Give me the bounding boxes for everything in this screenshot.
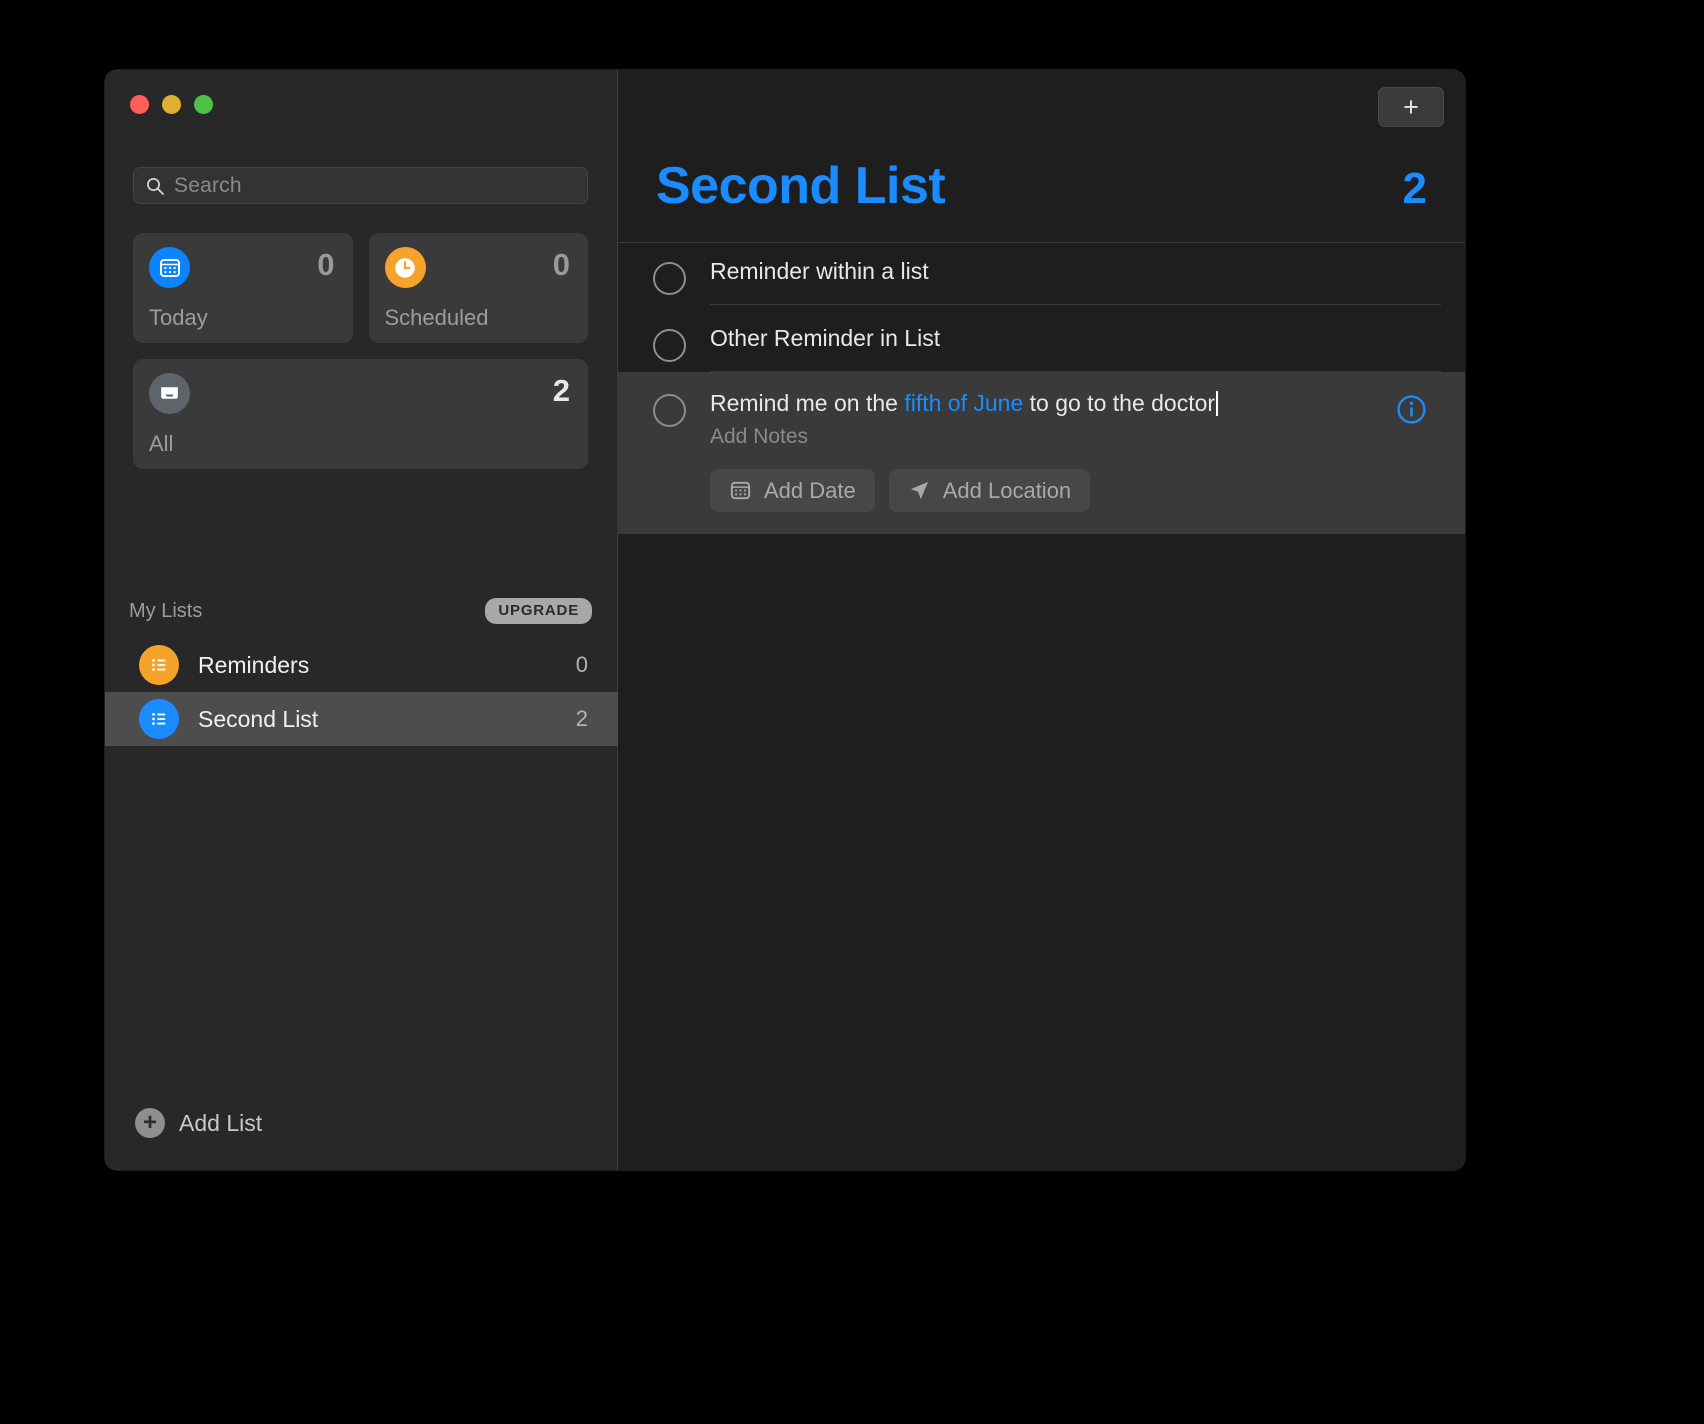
page-count: 2 [1402, 164, 1427, 213]
text-caret [1216, 391, 1219, 416]
smart-card-label: Today [149, 305, 208, 330]
smart-card-all[interactable]: 2 All [133, 359, 588, 469]
reminder-checkbox[interactable] [653, 262, 686, 295]
reminder-row[interactable]: Reminder within a list [618, 258, 1465, 305]
add-date-label: Add Date [764, 477, 856, 503]
smart-card-count: 2 [552, 373, 570, 408]
reminder-text-after: to go to the doctor [1023, 390, 1216, 416]
list-bullets-icon [139, 645, 179, 685]
reminder-text-before: Remind me on the [710, 390, 905, 416]
smart-card-label: Scheduled [384, 305, 489, 330]
page-title: Second List [656, 157, 946, 215]
sidebar-list-item-reminders[interactable]: Reminders 0 [105, 638, 618, 692]
sidebar-list-item-second-list[interactable]: Second List 2 [105, 692, 618, 746]
search-input[interactable]: Search [133, 167, 588, 204]
smart-card-label: All [149, 431, 174, 456]
clock-icon [384, 247, 426, 288]
minimize-button[interactable] [162, 95, 181, 114]
add-notes-field[interactable]: Add Notes [710, 425, 1441, 449]
reminder-body: Remind me on the fifth of June to go to … [686, 390, 1465, 512]
add-list-label: Add List [179, 1109, 263, 1136]
main-panel: + Second List 2 Reminder within a list O… [618, 70, 1465, 1170]
add-location-button[interactable]: Add Location [888, 469, 1091, 512]
upgrade-badge[interactable]: UPGRADE [485, 598, 592, 624]
add-location-label: Add Location [942, 477, 1072, 503]
zoom-button[interactable] [194, 95, 213, 114]
close-button[interactable] [130, 95, 149, 114]
add-reminder-button[interactable]: + [1378, 87, 1444, 127]
info-circle-icon[interactable] [1396, 394, 1427, 425]
sidebar-list-count: 2 [575, 706, 588, 731]
main-header: Second List 2 [656, 156, 1427, 216]
location-arrow-icon [910, 481, 928, 500]
reminders-window: Search 0 Today 0 Scheduled 2 All My List… [105, 70, 1465, 1170]
reminder-title[interactable]: Reminder within a list [710, 258, 1441, 304]
calendar-icon [730, 481, 751, 500]
reminder-body: Reminder within a list [686, 258, 1465, 305]
smart-card-scheduled[interactable]: 0 Scheduled [368, 233, 588, 343]
smart-cards-row: 0 Today 0 Scheduled [133, 233, 588, 343]
calendar-icon [149, 247, 190, 288]
search-icon [147, 177, 164, 195]
reminder-action-chips: Add Date Add Location [710, 469, 1441, 512]
inbox-icon [149, 373, 190, 414]
plus-circle-icon: + [135, 1108, 165, 1138]
add-list-button[interactable]: + Add List [135, 1108, 262, 1138]
search-placeholder: Search [174, 173, 242, 197]
my-lists-header: My Lists UPGRADE [129, 598, 592, 624]
row-divider [710, 304, 1441, 305]
sidebar-list-count: 0 [575, 652, 588, 677]
my-lists-title: My Lists [129, 599, 203, 622]
sidebar-list-label: Reminders [198, 651, 310, 678]
reminder-checkbox[interactable] [653, 329, 686, 362]
reminder-title-editable[interactable]: Remind me on the fifth of June to go to … [710, 390, 1441, 417]
sidebar-list-label: Second List [198, 705, 319, 732]
list-bullets-icon [139, 699, 179, 739]
smart-card-today[interactable]: 0 Today [133, 233, 353, 343]
window-controls [130, 95, 213, 114]
detected-date-token: fifth of June [904, 390, 1024, 416]
reminder-body: Other Reminder in List [686, 325, 1465, 372]
smart-card-count: 0 [317, 247, 335, 282]
reminder-title[interactable]: Other Reminder in List [710, 325, 1441, 371]
header-divider [618, 242, 1465, 243]
smart-card-count: 0 [552, 247, 570, 282]
reminder-checkbox[interactable] [653, 394, 686, 427]
reminder-row-editing[interactable]: Remind me on the fifth of June to go to … [618, 372, 1465, 534]
reminder-row[interactable]: Other Reminder in List [618, 325, 1465, 372]
add-date-button[interactable]: Add Date [710, 469, 875, 512]
sidebar: Search 0 Today 0 Scheduled 2 All My List… [105, 70, 618, 1170]
